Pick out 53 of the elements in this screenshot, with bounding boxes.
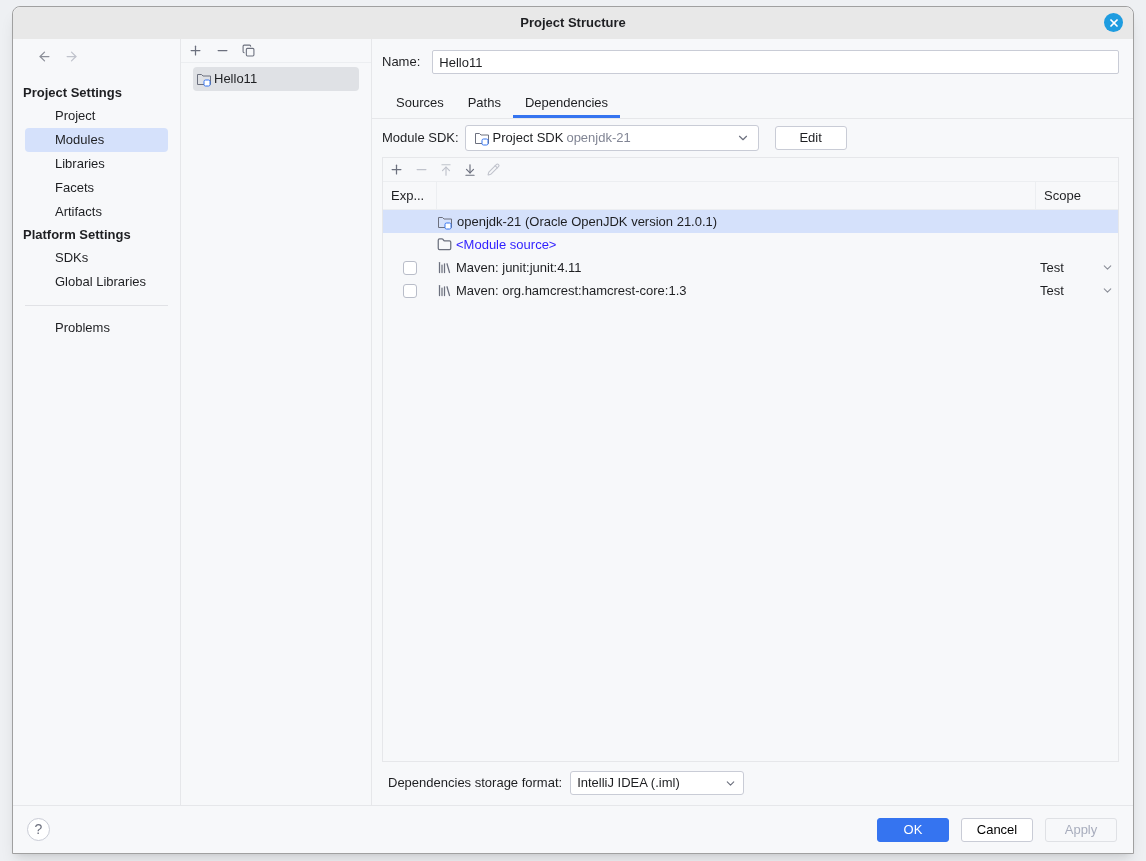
sidebar-item[interactable]: Libraries — [25, 152, 168, 176]
edit-button[interactable]: Edit — [774, 126, 847, 150]
add-icon[interactable] — [188, 43, 203, 58]
dialog-button[interactable]: OK — [877, 817, 949, 842]
export-checkbox[interactable] — [403, 283, 417, 298]
sidebar-item[interactable]: Project — [25, 104, 168, 128]
dependency-name: <Module source> — [456, 235, 557, 254]
module-sdk-label: Module SDK: — [382, 129, 459, 148]
tab[interactable]: Paths — [455, 90, 513, 118]
sidebar-item[interactable]: Global Libraries — [25, 270, 168, 294]
move-down-icon[interactable] — [463, 162, 477, 177]
window-title: Project Structure — [520, 14, 626, 33]
table-row[interactable]: <Module source> — [383, 233, 1118, 256]
storage-format-dropdown[interactable]: IntelliJ IDEA (.iml) — [570, 771, 745, 795]
module-item[interactable]: Hello11 — [193, 67, 359, 91]
section-heading: Project Settings — [23, 84, 123, 103]
close-icon — [1107, 16, 1120, 29]
sdk-folder-icon — [473, 130, 490, 146]
dialog-button[interactable]: Cancel — [961, 817, 1033, 842]
add-icon[interactable] — [389, 162, 404, 177]
module-sdk-dropdown[interactable]: Project SDK openjdk-21 — [464, 125, 759, 151]
module-folder-icon — [196, 71, 212, 87]
tab[interactable]: Sources — [384, 90, 456, 118]
table-row[interactable]: openjdk-21 (Oracle OpenJDK version 21.0.1) — [383, 210, 1118, 233]
column-header[interactable]: Scope — [1036, 182, 1118, 209]
export-checkbox[interactable] — [403, 260, 417, 275]
library-icon — [437, 260, 452, 275]
table-row[interactable]: Maven: org.hamcrest:hamcrest-core:1.3 Test — [383, 279, 1118, 302]
table-row[interactable]: Maven: junit:junit:4.11 Test — [383, 256, 1118, 279]
close-button[interactable] — [1104, 13, 1123, 32]
copy-icon[interactable] — [242, 44, 255, 57]
name-label: Name: — [382, 53, 421, 72]
library-icon — [437, 283, 452, 298]
tab[interactable]: Dependencies — [512, 90, 621, 118]
sidebar-item[interactable]: Facets — [25, 176, 168, 200]
dependency-name: Maven: org.hamcrest:hamcrest-core:1.3 — [456, 281, 687, 300]
dependency-name: Maven: junit:junit:4.11 — [456, 258, 582, 277]
help-button[interactable]: ? — [27, 818, 50, 841]
sidebar-item[interactable]: Artifacts — [25, 200, 168, 224]
sidebar-item[interactable]: Problems — [25, 316, 168, 340]
name-field[interactable]: Hello11 — [432, 50, 1119, 74]
move-up-icon[interactable] — [439, 162, 453, 177]
edit-icon[interactable] — [487, 163, 500, 176]
sidebar-item[interactable]: Modules — [25, 128, 168, 152]
scope-dropdown[interactable]: Test — [1040, 280, 1118, 301]
dependency-name: openjdk-21 (Oracle OpenJDK version 21.0.1) — [457, 212, 718, 231]
sidebar-item[interactable]: SDKs — [25, 246, 168, 270]
folder-icon — [437, 237, 452, 252]
forward-arrow-icon[interactable] — [64, 48, 79, 64]
scope-dropdown[interactable]: Test — [1040, 257, 1118, 278]
storage-format-label: Dependencies storage format: — [388, 774, 563, 793]
section-heading: Platform Settings — [23, 226, 132, 245]
column-header[interactable]: Exp... — [383, 182, 437, 209]
